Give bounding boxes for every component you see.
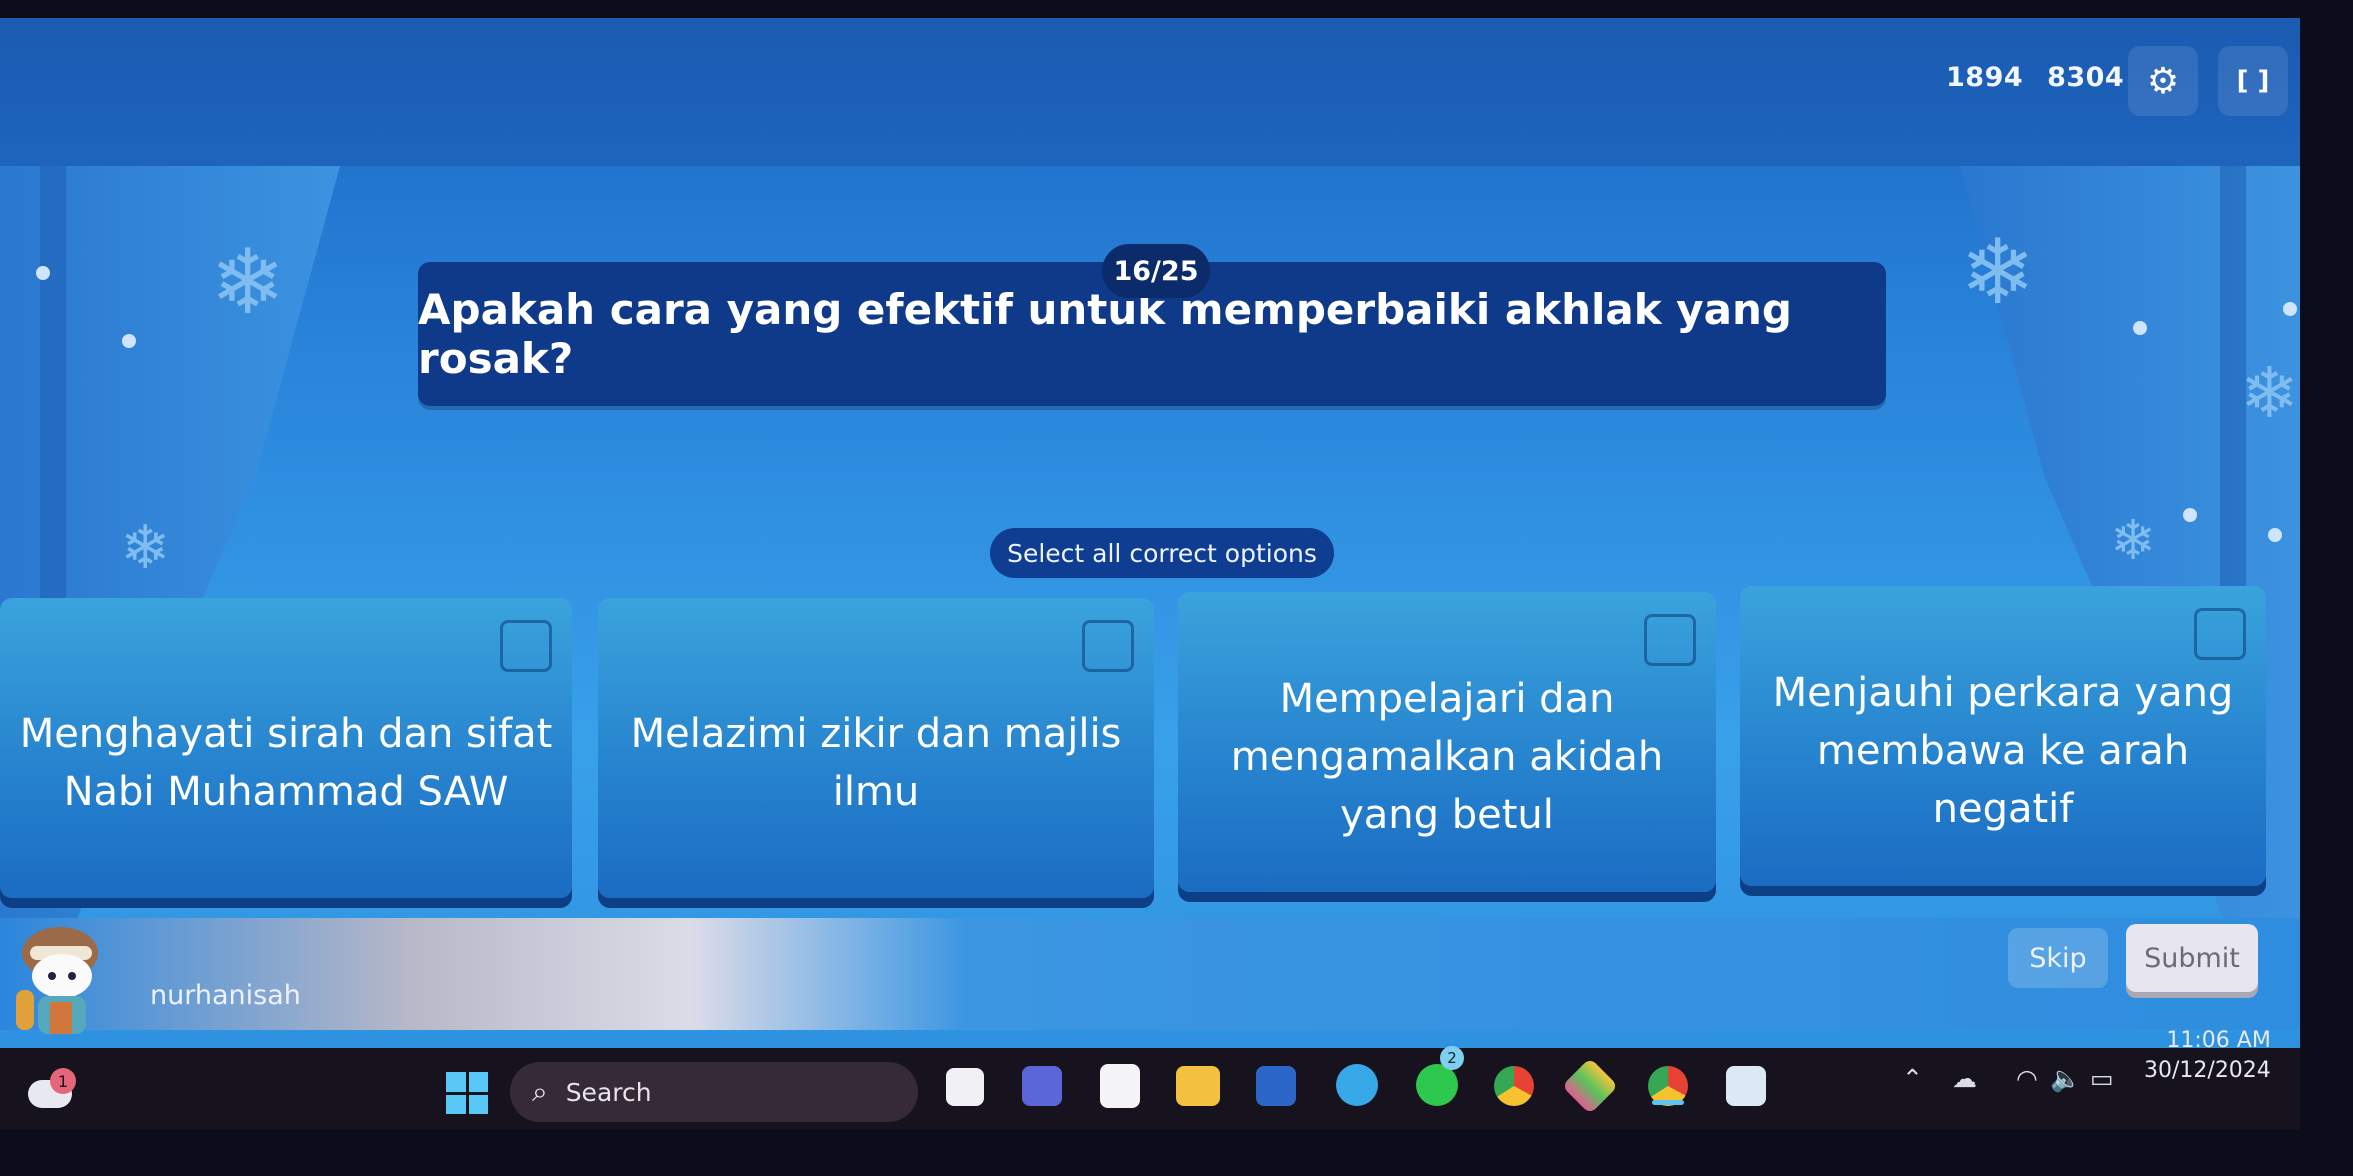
- active-app-indicator: [1652, 1100, 1684, 1105]
- stat-secondary: 8304: [2047, 62, 2125, 93]
- snowflake-icon: ❄: [210, 230, 286, 335]
- windows-logo-pane: [468, 1094, 488, 1114]
- option-card[interactable]: Menjauhi perkara yang membawa ke arah ne…: [1740, 586, 2266, 886]
- score-stats: 1894 8304: [1946, 62, 2138, 93]
- taskbar-search[interactable]: ⌕ Search: [510, 1062, 918, 1122]
- option-label: Melazimi zikir dan majlis ilmu: [630, 711, 1122, 815]
- clock-time: 11:06 AM: [2166, 1028, 2271, 1053]
- question-text: Apakah cara yang efektif untuk memperbai…: [418, 285, 1792, 383]
- skip-button[interactable]: Skip: [2008, 928, 2108, 988]
- windows-logo-pane: [446, 1094, 466, 1114]
- submit-button[interactable]: Submit: [2126, 924, 2258, 992]
- teams-icon[interactable]: [1022, 1066, 1062, 1106]
- option-label: Menjauhi perkara yang membawa ke arah ne…: [1772, 670, 2234, 832]
- option-label: Mempelajari dan mengamalkan akidah yang …: [1230, 676, 1664, 838]
- option-checkbox[interactable]: [2194, 608, 2246, 660]
- weather-badge: 1: [50, 1068, 76, 1094]
- windows-logo-pane: [446, 1072, 466, 1092]
- snowflake-icon: ❄: [2240, 352, 2299, 434]
- question-counter: 16/25: [1102, 244, 1210, 298]
- gear-icon: ⚙: [2146, 60, 2180, 102]
- task-view-icon[interactable]: [946, 1068, 984, 1106]
- instruction-pill: Select all correct options: [990, 528, 1334, 578]
- snow-dot: [2133, 321, 2147, 335]
- windows-logo-pane: [468, 1072, 488, 1092]
- telegram-icon[interactable]: [1336, 1064, 1378, 1106]
- snow-dot: [36, 266, 50, 280]
- option-card[interactable]: Mempelajari dan mengamalkan akidah yang …: [1178, 592, 1716, 892]
- option-checkbox[interactable]: [1082, 620, 1134, 672]
- snowflake-icon: ❄: [2110, 508, 2157, 572]
- player-bar: [0, 918, 2300, 1030]
- snow-dot: [2283, 302, 2297, 316]
- fullscreen-button[interactable]: [ ]: [2218, 46, 2288, 116]
- show-hidden-icons-icon[interactable]: ⌃: [1902, 1064, 1923, 1093]
- clock-date: 30/12/2024: [2144, 1057, 2271, 1083]
- option-checkbox[interactable]: [1644, 614, 1696, 666]
- whatsapp-badge: 2: [1440, 1046, 1464, 1070]
- fullscreen-icon: [ ]: [2236, 66, 2270, 96]
- player-avatar: [16, 927, 98, 1034]
- option-checkbox[interactable]: [500, 620, 552, 672]
- stat-primary: 1894: [1946, 62, 2024, 93]
- file-explorer-icon[interactable]: [1176, 1066, 1220, 1106]
- battery-icon[interactable]: ▭: [2090, 1064, 2114, 1093]
- player-username: nurhanisah: [150, 980, 301, 1011]
- word-icon[interactable]: [1256, 1066, 1296, 1106]
- option-label: Menghayati sirah dan sifat Nabi Muhammad…: [19, 711, 553, 815]
- onedrive-icon[interactable]: ☁: [1952, 1064, 1977, 1093]
- copilot-icon[interactable]: [1726, 1066, 1766, 1106]
- snow-dot: [2183, 508, 2197, 522]
- start-button[interactable]: [446, 1072, 488, 1114]
- microsoft-store-icon[interactable]: [1100, 1064, 1140, 1108]
- search-icon: ⌕: [532, 1075, 548, 1108]
- volume-icon[interactable]: 🔈: [2050, 1064, 2081, 1094]
- taskbar-clock[interactable]: 11:06 AM 30/12/2024: [2144, 1026, 2271, 1085]
- wifi-icon[interactable]: ◠: [2016, 1064, 2038, 1093]
- whatsapp-icon[interactable]: [1416, 1064, 1458, 1106]
- chrome-icon[interactable]: [1494, 1066, 1534, 1106]
- snowflake-icon: ❄: [120, 513, 171, 583]
- search-label: Search: [565, 1077, 652, 1107]
- snow-dot: [2268, 528, 2282, 542]
- snowflake-icon: ❄: [1960, 220, 2036, 325]
- option-card[interactable]: Melazimi zikir dan majlis ilmu: [598, 598, 1154, 898]
- settings-button[interactable]: ⚙: [2128, 46, 2198, 116]
- snow-dot: [122, 334, 136, 348]
- option-card[interactable]: Menghayati sirah dan sifat Nabi Muhammad…: [0, 598, 572, 898]
